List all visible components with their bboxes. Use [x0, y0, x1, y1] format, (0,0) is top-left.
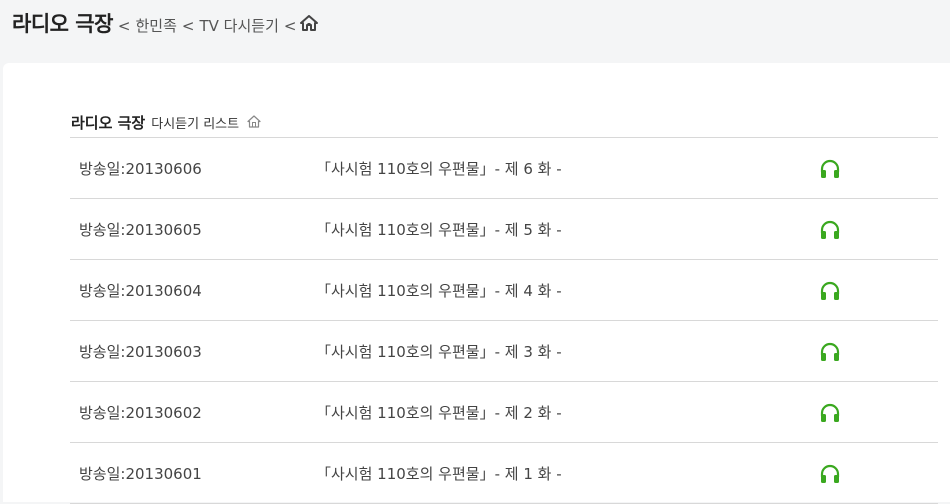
- breadcrumb: 라디오 극장 < 한민족 < TV 다시듣기 <: [12, 8, 319, 38]
- episode-title-link[interactable]: 「사시험 110호의 우편물」- 제 5 화 -: [316, 219, 562, 240]
- home-icon[interactable]: [300, 15, 319, 31]
- headphones-icon[interactable]: [819, 281, 841, 301]
- replay-list: 방송일:20130606 「사시험 110호의 우편물」- 제 6 화 - 방송일:…: [70, 137, 938, 504]
- episode-title-link[interactable]: 「사시험 110호의 우편물」- 제 3 화 -: [316, 341, 562, 362]
- headphones-icon[interactable]: [819, 464, 841, 484]
- episode-title-link[interactable]: 「사시험 110호의 우편물」- 제 4 화 -: [316, 280, 562, 301]
- broadcast-date: 방송일:20130601: [79, 465, 202, 483]
- breadcrumb-link-hanminjok[interactable]: 한민족: [136, 15, 177, 36]
- page-title: 라디오 극장: [12, 12, 113, 36]
- broadcast-date: 방송일:20130603: [79, 343, 202, 361]
- breadcrumb-separator: <: [117, 17, 131, 35]
- headphones-icon[interactable]: [819, 403, 841, 423]
- headphones-icon[interactable]: [819, 159, 841, 179]
- headphones-icon[interactable]: [819, 220, 841, 240]
- list-item: 방송일:20130602 「사시험 110호의 우편물」- 제 2 화 -: [70, 382, 938, 443]
- list-item: 방송일:20130603 「사시험 110호의 우편물」- 제 3 화 -: [70, 321, 938, 382]
- list-item: 방송일:20130604 「사시험 110호의 우편물」- 제 4 화 -: [70, 260, 938, 321]
- breadcrumb-separator: <: [181, 17, 195, 35]
- home-icon[interactable]: [247, 113, 261, 128]
- list-item: 방송일:20130601 「사시험 110호의 우편물」- 제 1 화 -: [70, 443, 938, 504]
- breadcrumb-separator: <: [283, 17, 297, 35]
- broadcast-date: 방송일:20130604: [79, 282, 202, 300]
- top-bar: 라디오 극장 < 한민족 < TV 다시듣기 <: [0, 0, 950, 60]
- episode-title-link[interactable]: 「사시험 110호의 우편물」- 제 1 화 -: [316, 463, 562, 484]
- list-title: 라디오 극장: [71, 114, 146, 132]
- headphones-icon[interactable]: [819, 342, 841, 362]
- list-item: 방송일:20130605 「사시험 110호의 우편물」- 제 5 화 -: [70, 199, 938, 260]
- breadcrumb-link-tv-replay[interactable]: TV 다시듣기: [199, 15, 278, 36]
- list-item: 방송일:20130606 「사시험 110호의 우편물」- 제 6 화 -: [70, 138, 938, 199]
- broadcast-date: 방송일:20130605: [79, 221, 202, 239]
- broadcast-date: 방송일:20130602: [79, 404, 202, 422]
- list-header: 라디오 극장 다시듣기 리스트: [71, 112, 261, 133]
- broadcast-date: 방송일:20130606: [79, 160, 202, 178]
- list-subtitle: 다시듣기 리스트: [151, 117, 240, 132]
- episode-title-link[interactable]: 「사시험 110호의 우편물」- 제 2 화 -: [316, 402, 562, 423]
- episode-title-link[interactable]: 「사시험 110호의 우편물」- 제 6 화 -: [316, 158, 562, 179]
